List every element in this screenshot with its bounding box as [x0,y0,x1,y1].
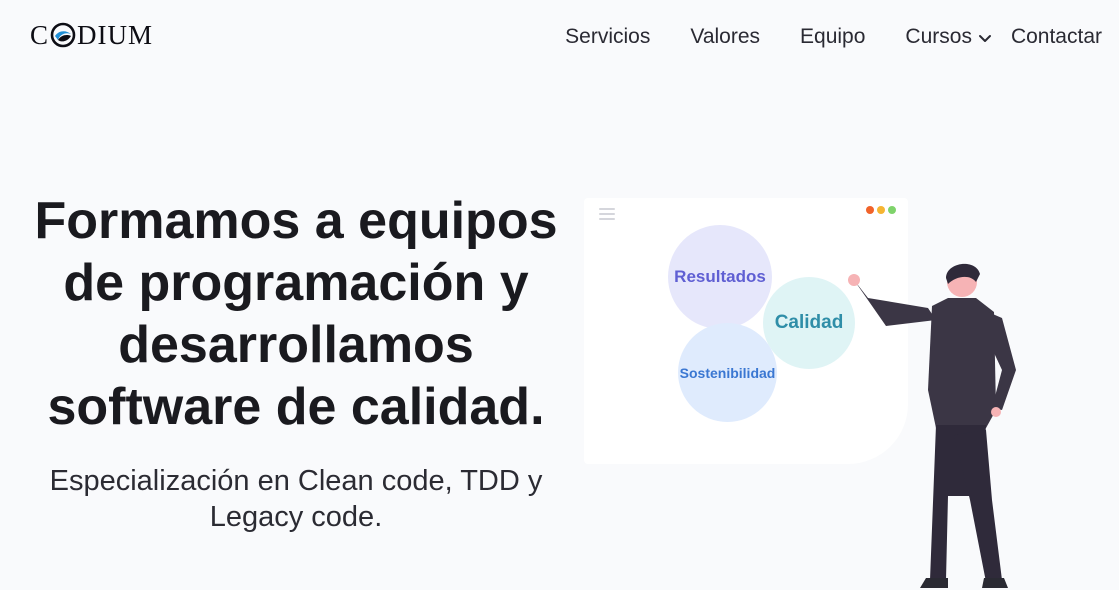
brand-wordmark: C DIUM [30,20,153,51]
window-dot-red [866,206,874,214]
brand-letter-c: C [30,19,50,50]
brand-logo[interactable]: C DIUM [30,20,153,50]
window-dot-green [888,206,896,214]
nav-link-cursos[interactable]: Cursos [905,25,972,49]
hero-illustration: Resultados Calidad Sostenibilidad [584,198,1119,588]
brand-letters-dium: DIUM [77,19,154,50]
brand-mark-icon [50,22,76,48]
menu-icon [599,208,615,223]
nav-link-servicios[interactable]: Servicios [565,25,650,49]
main-nav: Servicios Valores Equipo Cursos Contacta… [565,24,1102,50]
nav-link-contactar[interactable]: Contactar [1011,25,1102,49]
chevron-down-icon [978,35,991,42]
window-dot-yellow [877,206,885,214]
nav-dropdown-cursos[interactable]: Cursos [905,25,993,49]
bubble-sostenibilidad: Sostenibilidad [678,323,777,422]
person-pointing-illustration [848,263,1016,588]
hero-subtitle: Especialización en Clean code, TDD y Leg… [49,465,543,533]
nav-link-equipo[interactable]: Equipo [800,25,865,49]
window-dots [866,206,899,214]
bubble-resultados: Resultados [668,225,772,329]
hero-title: Formamos a equipos de programación y des… [34,192,558,436]
nav-link-valores[interactable]: Valores [690,25,760,49]
